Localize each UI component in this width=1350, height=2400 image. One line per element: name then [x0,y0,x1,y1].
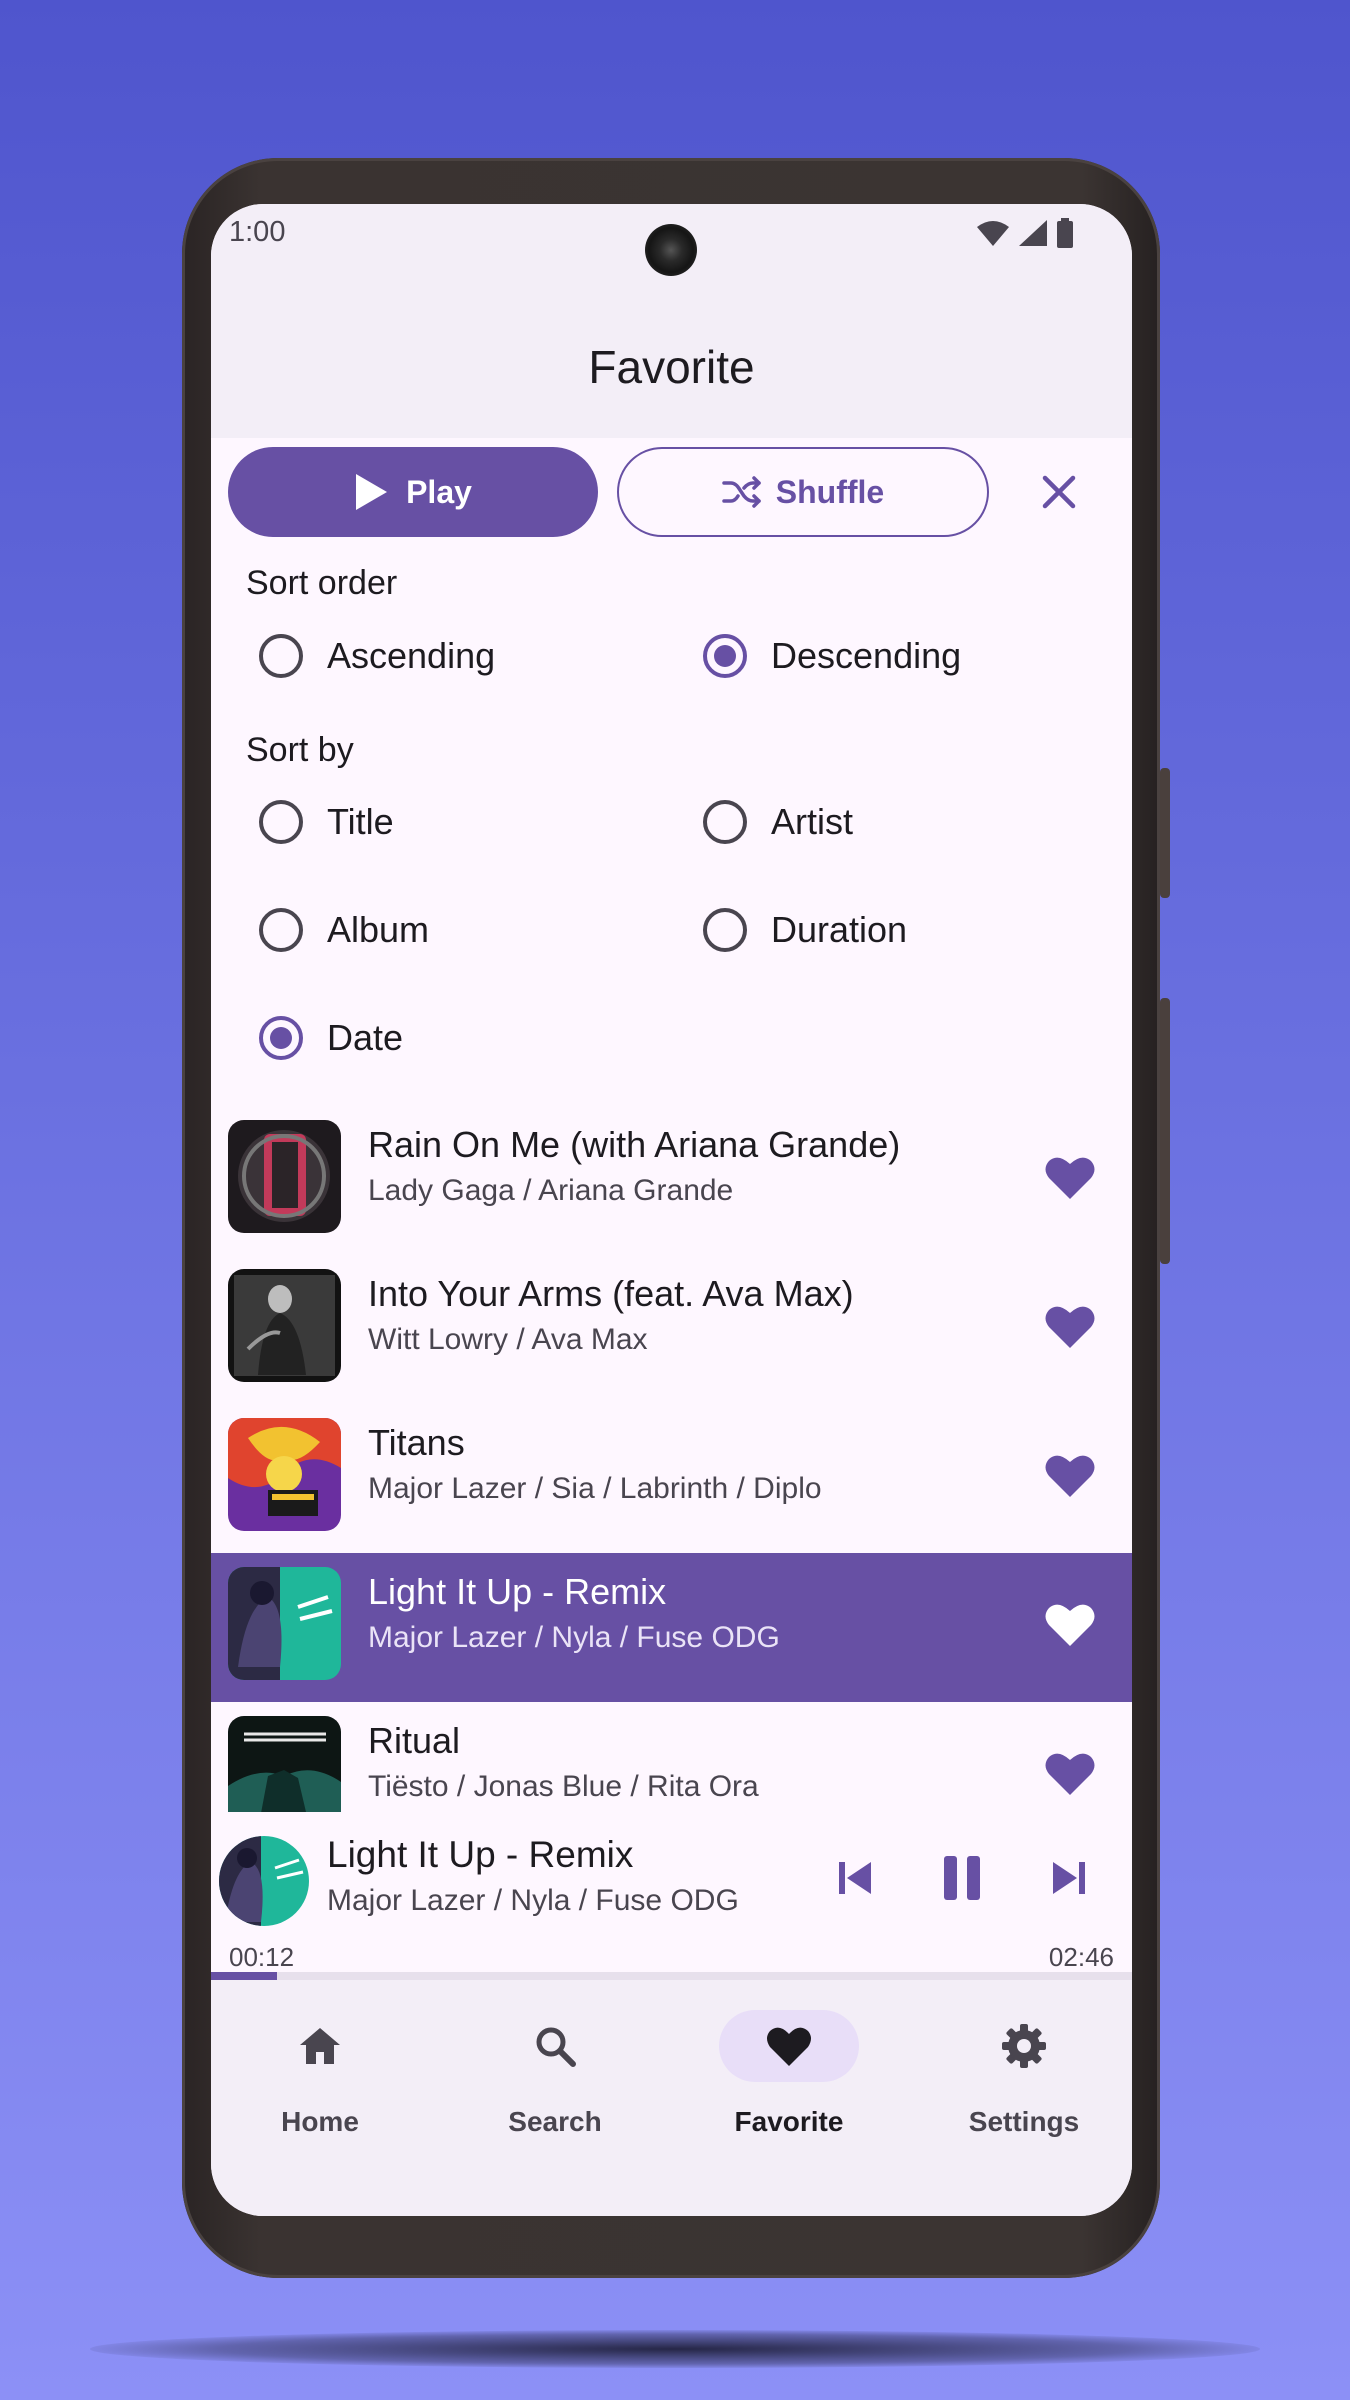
play-all-button[interactable]: Play [228,447,598,537]
playback-progress-fill [211,1972,278,1980]
radio-duration-label: Duration [771,909,908,950]
app-screen: 1:00 Favorite Play Shuffle Sort order As… [211,204,1132,2216]
song-title: Titans [368,1422,465,1463]
nav-label-search: Search [508,2106,602,2137]
radio-date-label: Date [327,1017,404,1058]
play-icon [356,474,388,510]
song-title: Ritual [368,1720,461,1761]
search-icon [536,2027,576,2067]
total-duration: 02:46 [1048,1942,1114,1972]
radio-descending-label: Descending [771,635,962,676]
gear-icon [1002,2024,1046,2068]
radio-title[interactable]: Title [259,800,394,844]
song-artist: Lady Gaga / Ariana Grande [368,1174,734,1207]
playback-progress[interactable] [211,1972,1132,1980]
top-app-bar: 1:00 Favorite [211,204,1132,438]
heart-icon[interactable] [1045,1154,1095,1200]
album-cover [228,1418,341,1531]
status-icons [976,218,1074,248]
sort-order-label: Sort order [246,564,398,602]
album-cover [228,1120,341,1233]
song-artist: Witt Lowry / Ava Max [368,1323,648,1356]
radio-ascending-indicator [259,634,303,678]
pause-icon[interactable] [938,1854,986,1902]
song-artist: Tiësto / Jonas Blue / Rita Ora [368,1770,759,1803]
radio-duration[interactable]: Duration [703,908,907,952]
radio-date-indicator [259,1016,303,1060]
heart-icon[interactable] [1045,1750,1095,1796]
radio-ascending-label: Ascending [327,635,496,676]
front-camera [645,224,697,276]
song-row[interactable]: Ritual Tiësto / Jonas Blue / Rita Ora [211,1702,1132,1812]
radio-artist-label: Artist [771,801,854,842]
nav-item-settings[interactable]: Settings [934,2010,1114,2150]
page-title: Favorite [588,341,755,393]
nav-item-search[interactable]: Search [465,2010,645,2150]
status-time: 1:00 [229,216,286,248]
album-cover [228,1716,341,1812]
heart-icon[interactable] [1045,1303,1095,1349]
radio-album-indicator [259,908,303,952]
shuffle-label: Shuffle [775,473,885,510]
radio-date[interactable]: Date [259,1016,403,1060]
play-label: Play [406,473,472,510]
nav-item-favorite[interactable]: Favorite [699,2010,879,2150]
radio-title-indicator [259,800,303,844]
radio-duration-indicator [703,908,747,952]
mini-player[interactable]: Light It Up - Remix Major Lazer / Nyla /… [211,1812,1132,1988]
song-row-active[interactable]: Light It Up - Remix Major Lazer / Nyla /… [211,1553,1132,1702]
song-row[interactable]: Into Your Arms (feat. Ava Max) Witt Lowr… [211,1255,1132,1404]
nav-item-home[interactable]: Home [230,2010,410,2150]
radio-album[interactable]: Album [259,908,429,952]
shuffle-button[interactable]: Shuffle [617,447,989,537]
song-row[interactable]: Titans Major Lazer / Sia / Labrinth / Di… [211,1404,1132,1553]
heart-icon [767,2027,811,2066]
power-button [1160,768,1170,898]
radio-album-label: Album [327,909,430,950]
battery-icon [1057,218,1073,248]
device-shadow [90,2330,1260,2368]
radio-artist-indicator [703,800,747,844]
nav-label-favorite: Favorite [734,2106,844,2137]
song-title: Rain On Me (with Ariana Grande) [368,1124,901,1165]
nav-label-settings: Settings [968,2106,1080,2137]
shuffle-icon [722,476,761,508]
heart-icon[interactable] [1045,1601,1095,1647]
now-playing-title: Light It Up - Remix [327,1834,634,1875]
wifi-icon [977,221,1009,246]
song-title: Into Your Arms (feat. Ava Max) [368,1273,854,1314]
album-cover [228,1269,341,1382]
song-title: Light It Up - Remix [368,1571,667,1612]
album-cover [228,1567,341,1680]
elapsed-time: 00:12 [229,1942,295,1972]
close-icon[interactable] [1037,470,1081,514]
radio-title-label: Title [327,801,394,842]
nav-label-home: Home [281,2106,359,2137]
song-list: Rain On Me (with Ariana Grande) Lady Gag… [211,1106,1132,1812]
now-playing-artist: Major Lazer / Nyla / Fuse ODG [327,1884,739,1917]
song-artist: Major Lazer / Nyla / Fuse ODG [368,1621,780,1654]
radio-descending[interactable]: Descending [703,634,961,678]
radio-descending-indicator [703,634,747,678]
heart-icon[interactable] [1045,1452,1095,1498]
radio-artist[interactable]: Artist [703,800,853,844]
home-icon [300,2028,340,2064]
volume-button [1160,998,1170,1264]
now-playing-cover [219,1836,309,1926]
skip-previous-icon[interactable] [831,1854,879,1902]
skip-next-icon[interactable] [1045,1854,1093,1902]
song-row[interactable]: Rain On Me (with Ariana Grande) Lady Gag… [211,1106,1132,1255]
sort-by-label: Sort by [246,731,354,769]
song-artist: Major Lazer / Sia / Labrinth / Diplo [368,1472,822,1505]
bottom-navigation: Home Search Favorite Settings [211,1980,1132,2216]
signal-icon [1019,220,1047,246]
radio-ascending[interactable]: Ascending [259,634,495,678]
